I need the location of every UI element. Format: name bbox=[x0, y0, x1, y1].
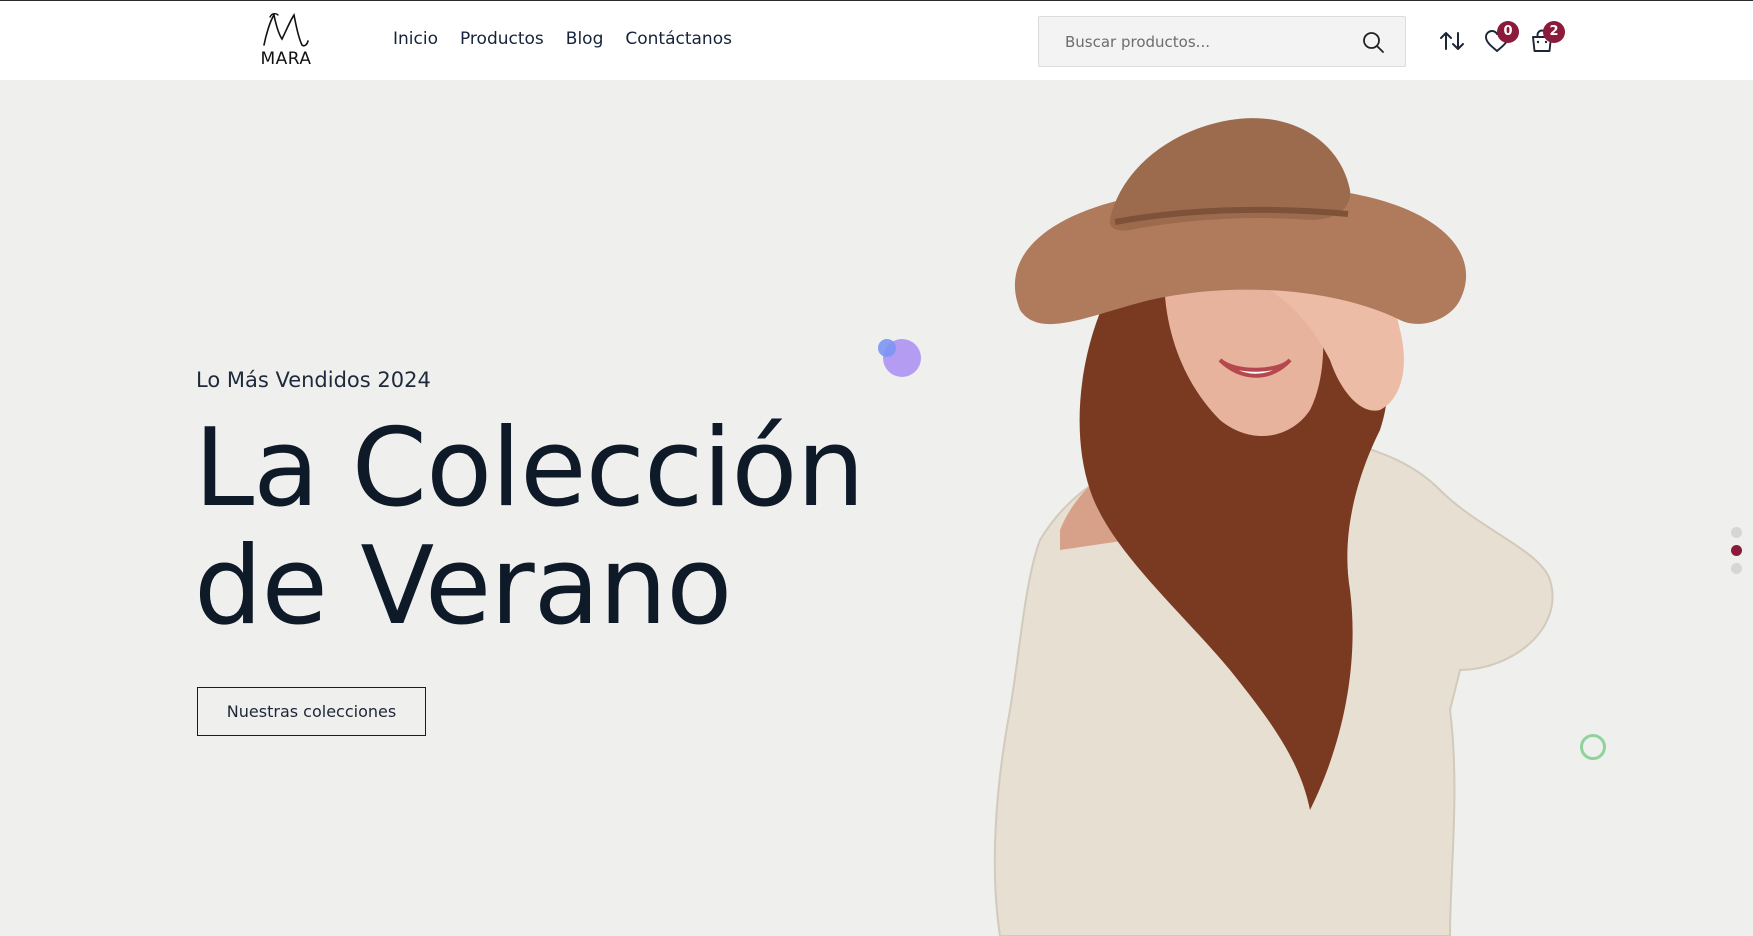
search-bar bbox=[1038, 16, 1406, 67]
hero-title-line-2: de Verano bbox=[194, 524, 732, 649]
logo-monogram-icon bbox=[263, 12, 309, 47]
main-nav: Inicio Productos Blog Contáctanos bbox=[393, 29, 732, 53]
decorative-ring bbox=[1580, 734, 1606, 760]
site-header: MARA Inicio Productos Blog Contáctanos 0… bbox=[0, 0, 1753, 80]
wishlist-count-badge: 0 bbox=[1497, 21, 1519, 43]
hero-title: La Colección de Verano bbox=[194, 410, 894, 646]
nav-item-productos[interactable]: Productos bbox=[460, 29, 544, 53]
slider-dot-2[interactable] bbox=[1731, 545, 1742, 556]
search-icon[interactable] bbox=[1361, 30, 1385, 54]
slider-dots bbox=[1731, 527, 1743, 581]
compare-icon[interactable] bbox=[1438, 27, 1466, 55]
nav-item-contactanos[interactable]: Contáctanos bbox=[625, 29, 732, 53]
logo-text: MARA bbox=[260, 49, 312, 69]
collections-button[interactable]: Nuestras colecciones bbox=[197, 687, 426, 736]
hero-slider: Lo Más Vendidos 2024 La Colección de Ver… bbox=[0, 80, 1753, 936]
slider-dot-1[interactable] bbox=[1731, 527, 1742, 538]
search-input[interactable] bbox=[1065, 17, 1345, 66]
hero-model-image bbox=[993, 118, 1554, 936]
cart-count-badge: 2 bbox=[1543, 21, 1565, 43]
nav-item-blog[interactable]: Blog bbox=[566, 29, 604, 53]
brand-logo[interactable]: MARA bbox=[258, 11, 314, 71]
hero-eyebrow: Lo Más Vendidos 2024 bbox=[196, 368, 431, 392]
hero-title-line-1: La Colección bbox=[194, 406, 865, 531]
decorative-bubble-small bbox=[878, 339, 896, 357]
slider-dot-3[interactable] bbox=[1731, 563, 1742, 574]
nav-item-inicio[interactable]: Inicio bbox=[393, 29, 438, 53]
